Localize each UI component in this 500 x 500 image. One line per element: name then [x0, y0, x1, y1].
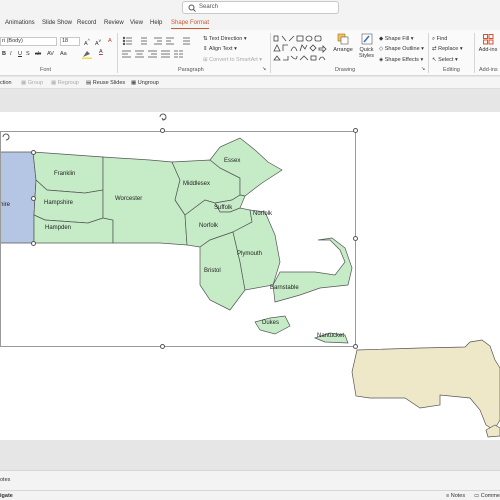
notes-pane[interactable]: otes	[0, 470, 500, 490]
massachusetts-state-shape[interactable]	[351, 339, 500, 431]
notes-placeholder: otes	[0, 477, 11, 483]
cape-cod-fragment	[485, 424, 500, 438]
resize-handle-right[interactable]	[353, 236, 358, 241]
resize-handle-top[interactable]	[160, 128, 165, 133]
resize-handle-bottom-right[interactable]	[353, 344, 358, 349]
status-left: igate	[0, 493, 13, 499]
inner-handle-right[interactable]	[31, 196, 36, 201]
group-rotate-handle-icon[interactable]	[0, 131, 12, 143]
comments-toggle-button[interactable]: ▭ Comme	[474, 493, 500, 499]
resize-handle-top-right[interactable]	[353, 128, 358, 133]
rotate-handle-icon[interactable]	[157, 111, 169, 123]
notes-toggle-button[interactable]: ≡ Notes	[446, 493, 465, 499]
status-bar: igate ≡ Notes ▭ Comme	[0, 490, 500, 500]
resize-handle-bottom[interactable]	[160, 344, 165, 349]
inner-handle-top[interactable]	[31, 150, 36, 155]
inner-handle-bottom[interactable]	[31, 241, 36, 246]
selection-box	[0, 131, 356, 347]
